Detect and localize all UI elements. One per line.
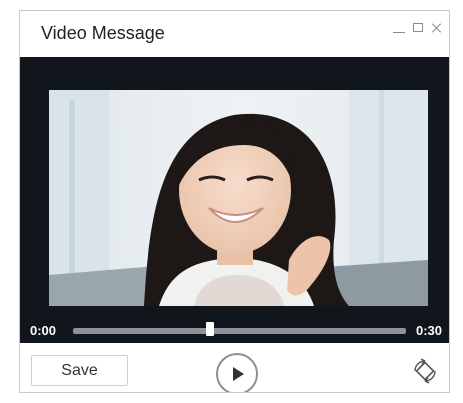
rotate-button[interactable] <box>411 357 439 385</box>
progress-track[interactable] <box>73 328 406 334</box>
video-player: 0:00 0:30 <box>20 57 449 343</box>
play-button[interactable] <box>216 353 258 392</box>
video-frame[interactable] <box>49 90 428 306</box>
maximize-icon[interactable] <box>411 21 425 35</box>
rotate-icon <box>414 358 436 384</box>
current-time: 0:00 <box>30 323 57 338</box>
window-title: Video Message <box>41 23 165 43</box>
video-still-image <box>49 90 428 306</box>
save-button[interactable]: Save <box>31 355 128 386</box>
total-duration: 0:30 <box>416 323 443 338</box>
video-message-window: Video Message 0:00 0:30 Save <box>19 10 450 393</box>
seek-handle[interactable] <box>205 322 214 336</box>
close-icon[interactable] <box>430 21 444 35</box>
play-icon <box>233 367 244 381</box>
footer-toolbar: Save <box>20 343 449 392</box>
minimize-icon[interactable] <box>392 21 406 35</box>
title-bar: Video Message <box>20 11 449 57</box>
